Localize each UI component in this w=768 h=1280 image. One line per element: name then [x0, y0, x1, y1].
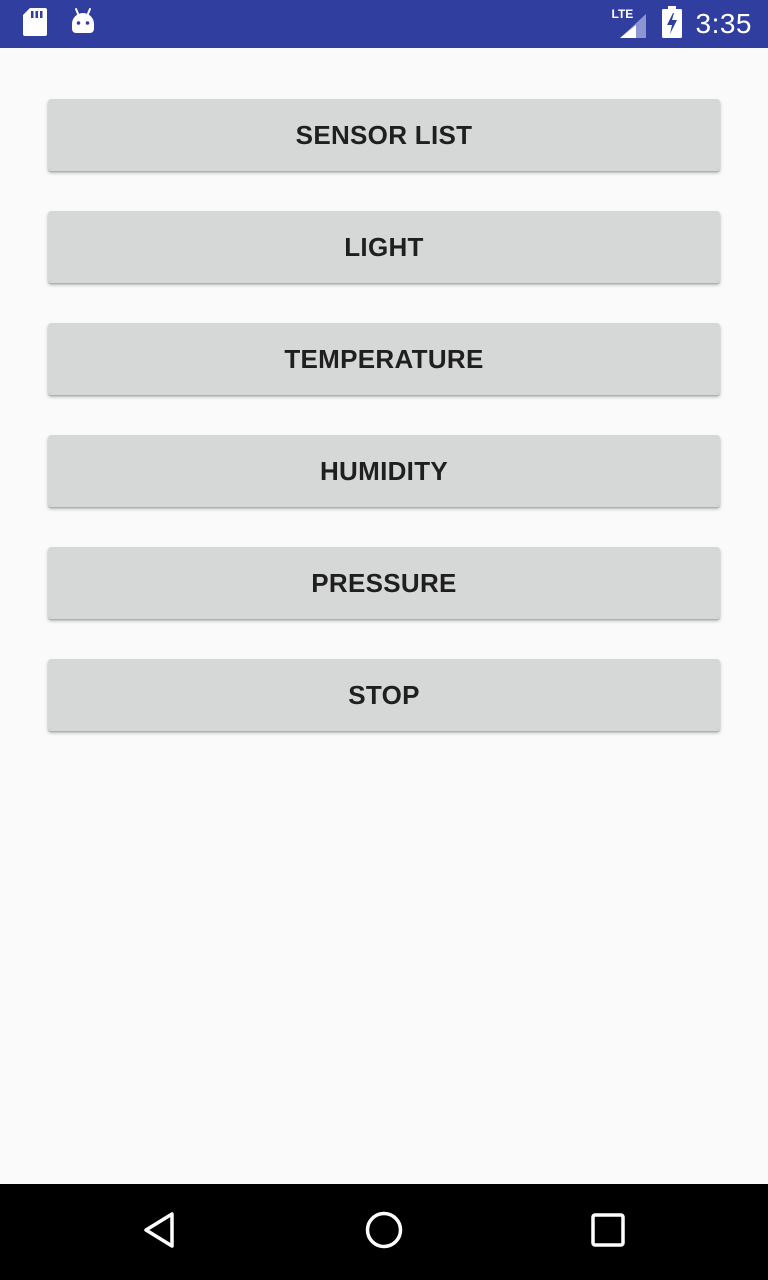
back-button[interactable] [136, 1208, 184, 1256]
android-debug-icon [70, 7, 96, 42]
home-icon [364, 1210, 404, 1255]
back-icon [140, 1210, 180, 1255]
temperature-button[interactable]: TEMPERATURE [48, 323, 720, 395]
stop-button[interactable]: STOP [48, 659, 720, 731]
light-button[interactable]: LIGHT [48, 211, 720, 283]
humidity-button[interactable]: HUMIDITY [48, 435, 720, 507]
status-bar: LTE 3:35 [0, 0, 768, 48]
pressure-button[interactable]: PRESSURE [48, 547, 720, 619]
sd-card-icon [22, 7, 48, 42]
main-content: SENSOR LIST LIGHT TEMPERATURE HUMIDITY P… [0, 48, 768, 1184]
battery-charging-icon [661, 5, 682, 43]
home-button[interactable] [360, 1208, 408, 1256]
status-clock: 3:35 [695, 8, 752, 39]
navigation-bar [0, 1184, 768, 1280]
recents-button[interactable] [584, 1208, 632, 1256]
sensor-list-button[interactable]: SENSOR LIST [48, 99, 720, 171]
recents-icon [588, 1210, 628, 1255]
signal-icon: LTE [612, 8, 648, 40]
